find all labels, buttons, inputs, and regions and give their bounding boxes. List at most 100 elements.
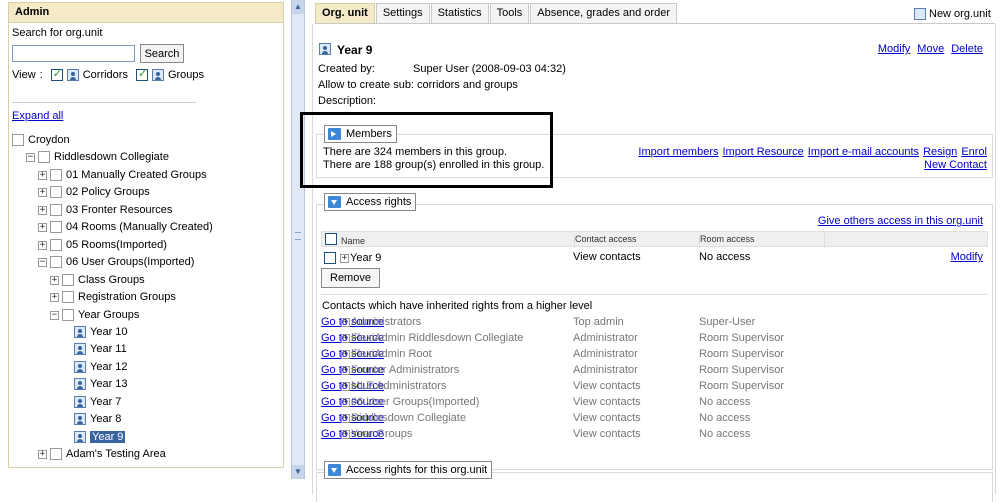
- collapse-icon[interactable]: −: [26, 152, 35, 162]
- tree-node-label[interactable]: Year 10: [90, 326, 128, 338]
- tree-node[interactable]: Year 7: [62, 394, 121, 410]
- search-button[interactable]: Search: [140, 44, 184, 63]
- tab-tools[interactable]: Tools: [489, 3, 530, 23]
- tab-absence-grades-order[interactable]: Absence, grades and order: [530, 3, 677, 23]
- tree-node[interactable]: +03 Fronter Resources: [38, 202, 172, 218]
- tab-settings[interactable]: Settings: [375, 3, 430, 23]
- tree-node-label[interactable]: Year 8: [90, 413, 121, 425]
- expand-icon[interactable]: +: [38, 205, 47, 215]
- tree-node-label[interactable]: Year Groups: [78, 309, 139, 321]
- select-all-checkbox[interactable]: [325, 233, 337, 245]
- scroll-down-icon[interactable]: ▼: [292, 465, 304, 479]
- move-link[interactable]: Move: [917, 43, 944, 55]
- remove-button[interactable]: Remove: [321, 268, 380, 288]
- splitter-grip-icon[interactable]: [295, 232, 301, 240]
- tree-node[interactable]: − Riddlesdown Collegiate: [26, 149, 169, 165]
- expand-icon[interactable]: +: [341, 333, 350, 343]
- access-rights-legend[interactable]: Access rights: [324, 193, 417, 211]
- access-rights-org-legend[interactable]: Access rights for this org.unit: [324, 461, 493, 479]
- delete-link[interactable]: Delete: [951, 43, 983, 55]
- tree-node-label[interactable]: 02 Policy Groups: [66, 186, 150, 198]
- org-unit-checkbox[interactable]: [50, 221, 62, 233]
- tab-statistics[interactable]: Statistics: [430, 3, 489, 23]
- tree-node-label[interactable]: Year 9: [90, 431, 126, 443]
- search-input[interactable]: [12, 45, 135, 62]
- expand-icon[interactable]: +: [50, 275, 59, 285]
- scroll-up-icon[interactable]: ▲: [292, 0, 304, 14]
- tree-node[interactable]: Year 10: [62, 324, 128, 340]
- expand-icon[interactable]: +: [50, 292, 59, 302]
- row-checkbox[interactable]: [324, 252, 336, 264]
- import-resource-link[interactable]: Import Resource: [722, 146, 803, 158]
- expand-icon[interactable]: +: [341, 413, 350, 423]
- expand-icon[interactable]: +: [341, 429, 350, 439]
- import-email-accounts-link[interactable]: Import e-mail accounts: [808, 146, 919, 158]
- tree-node-label[interactable]: Class Groups: [78, 274, 145, 286]
- org-unit-checkbox[interactable]: [62, 274, 74, 286]
- import-members-link[interactable]: Import members: [638, 146, 718, 158]
- org-unit-checkbox[interactable]: [50, 239, 62, 251]
- tree-node-label[interactable]: Year 11: [90, 343, 127, 355]
- tree-node-label[interactable]: Year 13: [90, 378, 128, 390]
- tree-node[interactable]: Year 13: [62, 376, 128, 392]
- org-unit-checkbox[interactable]: [62, 309, 74, 321]
- tree-node-label[interactable]: 04 Rooms (Manually Created): [66, 221, 213, 233]
- tree-node-label[interactable]: Year 7: [90, 396, 121, 408]
- org-unit-checkbox[interactable]: [50, 169, 62, 181]
- new-org-unit-button[interactable]: New org.unit: [914, 8, 991, 20]
- tree-node[interactable]: +05 Rooms(Imported): [38, 237, 167, 253]
- expand-icon[interactable]: +: [341, 381, 350, 391]
- tree-node-label[interactable]: 03 Fronter Resources: [66, 204, 172, 216]
- tree-node-label[interactable]: Riddlesdown Collegiate: [54, 151, 169, 163]
- groups-checkbox[interactable]: [135, 67, 148, 81]
- expand-icon[interactable]: +: [38, 449, 47, 459]
- expand-icon[interactable]: +: [341, 349, 350, 359]
- give-access-link[interactable]: Give others access in this org.unit: [818, 215, 983, 227]
- tree-node-label[interactable]: 01 Manually Created Groups: [66, 169, 207, 181]
- org-unit-checkbox[interactable]: [50, 186, 62, 198]
- tree-node[interactable]: Year 8: [62, 411, 121, 427]
- modify-link[interactable]: Modify: [878, 43, 910, 55]
- row-modify-link[interactable]: Modify: [951, 251, 983, 263]
- expand-icon[interactable]: +: [38, 170, 47, 180]
- tree-node[interactable]: Year 11: [62, 341, 127, 357]
- tree-node-label[interactable]: Croydon: [28, 134, 70, 146]
- org-unit-checkbox[interactable]: [50, 256, 62, 268]
- tree-node-label[interactable]: Adam's Testing Area: [66, 448, 166, 460]
- org-unit-checkbox[interactable]: [50, 448, 62, 460]
- expand-icon[interactable]: +: [340, 253, 349, 263]
- tree-node[interactable]: Year 12: [62, 359, 128, 375]
- panel-splitter[interactable]: ▲ ▼: [291, 0, 305, 479]
- tree-node-label[interactable]: 05 Rooms(Imported): [66, 239, 167, 251]
- tree-node[interactable]: + Registration Groups: [50, 289, 176, 305]
- expand-icon[interactable]: +: [38, 187, 47, 197]
- org-unit-checkbox[interactable]: [12, 134, 24, 146]
- corridors-checkbox[interactable]: [50, 67, 63, 81]
- resign-link[interactable]: Resign: [923, 146, 957, 158]
- tree-node[interactable]: − Year Groups: [50, 307, 139, 323]
- tree-node[interactable]: + Adam's Testing Area: [38, 446, 166, 462]
- tree-node[interactable]: + Class Groups: [50, 272, 145, 288]
- tree-node-label[interactable]: 06 User Groups(Imported): [66, 256, 194, 268]
- expand-icon[interactable]: +: [341, 365, 350, 375]
- tree-node[interactable]: +01 Manually Created Groups: [38, 167, 207, 183]
- tree-node[interactable]: Croydon: [12, 132, 70, 148]
- expand-icon[interactable]: +: [341, 317, 350, 327]
- org-unit-checkbox[interactable]: [38, 151, 50, 163]
- org-unit-checkbox[interactable]: [62, 291, 74, 303]
- expand-icon[interactable]: +: [38, 222, 47, 232]
- collapse-icon[interactable]: −: [50, 310, 59, 320]
- enrol-link[interactable]: Enrol: [961, 146, 987, 158]
- expand-all-link[interactable]: Expand all: [12, 110, 63, 122]
- tab-org-unit[interactable]: Org. unit: [315, 3, 375, 23]
- tree-node[interactable]: +04 Rooms (Manually Created): [38, 219, 213, 235]
- expand-icon[interactable]: +: [38, 240, 47, 250]
- org-unit-checkbox[interactable]: [50, 204, 62, 216]
- tree-node-label[interactable]: Year 12: [90, 361, 128, 373]
- expand-icon[interactable]: +: [341, 397, 350, 407]
- new-contact-link[interactable]: New Contact: [924, 159, 987, 171]
- tree-node-label[interactable]: Registration Groups: [78, 291, 176, 303]
- tree-node[interactable]: Year 9: [62, 429, 126, 445]
- tree-node[interactable]: − 06 User Groups(Imported): [38, 254, 194, 270]
- collapse-icon[interactable]: −: [38, 257, 47, 267]
